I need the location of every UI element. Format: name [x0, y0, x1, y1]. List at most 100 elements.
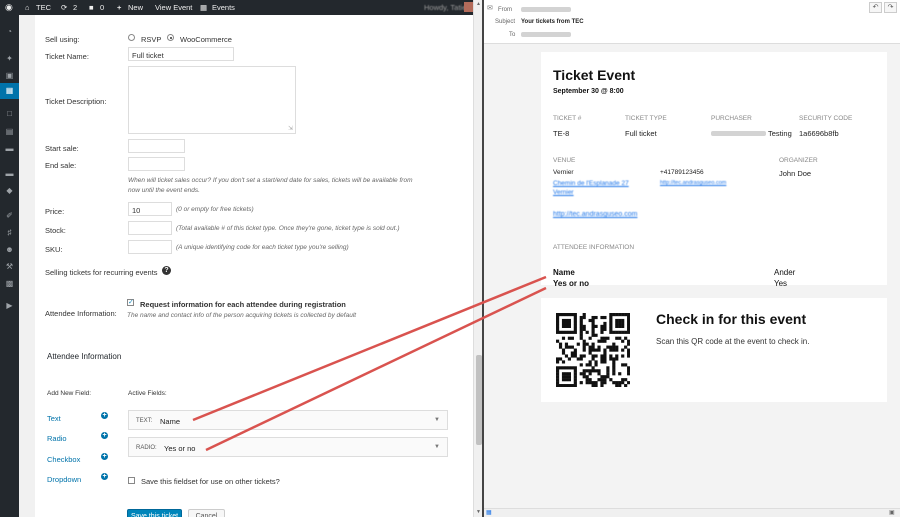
woocommerce-icon[interactable]: ▬: [5, 170, 14, 178]
qr-module: [556, 321, 560, 326]
qr-module: [612, 357, 616, 361]
media-icon[interactable]: ▣: [5, 72, 14, 80]
updates-icon[interactable]: ⟳: [61, 3, 67, 12]
new-link[interactable]: New: [128, 3, 143, 12]
qr-module: [627, 315, 630, 320]
qr-module: [567, 336, 571, 340]
admin-side-menu: ◔ ✦ ▣ ▦ □ ▤ ▬ ▬ ◆ ✐ ♯ ☻ ⚒ ▩ ▶: [0, 15, 19, 517]
sku-input[interactable]: [128, 240, 172, 254]
plugins-icon[interactable]: ♯: [5, 229, 14, 237]
rsvp-radio[interactable]: [128, 34, 135, 41]
venue-address-line-1[interactable]: Chemin de l'Esplanade 27: [553, 180, 629, 187]
resize-icon[interactable]: ▣: [889, 509, 895, 516]
attendee-information-heading: ATTENDEE INFORMATION: [553, 244, 635, 251]
cancel-button[interactable]: Cancel: [188, 509, 225, 517]
add-checkbox-plus-icon[interactable]: +: [101, 453, 108, 460]
ticket-description-textarea[interactable]: ⇲: [128, 66, 296, 134]
plus-icon[interactable]: +: [117, 3, 121, 12]
add-dropdown-plus-icon[interactable]: +: [101, 473, 108, 480]
products-icon[interactable]: ◆: [5, 187, 14, 195]
view-event-link[interactable]: View Event: [155, 3, 192, 12]
add-checkbox-field-link[interactable]: Checkbox: [47, 455, 80, 464]
qr-module: [600, 336, 604, 340]
reply-icon[interactable]: ↶: [869, 2, 882, 13]
add-radio-plus-icon[interactable]: +: [101, 432, 108, 439]
venue-website-link[interactable]: http://tec.andrasguseo.com: [553, 211, 637, 218]
chevron-down-icon[interactable]: ▼: [434, 444, 440, 450]
tools-icon[interactable]: ⚒: [5, 263, 14, 271]
comments-count[interactable]: 0: [100, 3, 104, 12]
qr-module: [567, 330, 571, 334]
qr-module: [597, 369, 601, 373]
wordpress-logo-icon[interactable]: ◉: [5, 2, 13, 13]
venue-website-link-small[interactable]: http://tec.andrasguseo.com: [660, 180, 726, 186]
ticket-name-input[interactable]: Full ticket: [128, 47, 234, 61]
help-icon[interactable]: ?: [162, 266, 171, 275]
add-text-plus-icon[interactable]: +: [101, 412, 108, 419]
add-radio-field-link[interactable]: Radio: [47, 434, 67, 443]
price-input[interactable]: 10: [128, 202, 172, 216]
qr-module: [618, 381, 622, 385]
qr-module: [561, 366, 566, 370]
forward-icon[interactable]: ↷: [884, 2, 897, 13]
appearance-icon[interactable]: ✐: [5, 212, 14, 220]
qr-module: [603, 357, 607, 361]
settings-icon[interactable]: ▩: [5, 280, 14, 288]
pin-icon[interactable]: ✦: [5, 55, 14, 63]
active-field-value: Name: [160, 417, 181, 426]
qr-module: [582, 369, 586, 373]
events-menu-icon[interactable]: ▦: [5, 87, 14, 95]
stock-input[interactable]: [128, 221, 172, 235]
pages-icon[interactable]: □: [5, 110, 14, 118]
to-label: To: [509, 32, 516, 38]
ticket-editor-panel: Sell using: RSVP WooCommerce Ticket Name…: [35, 15, 475, 517]
add-dropdown-field-link[interactable]: Dropdown: [47, 475, 81, 484]
qr-module: [567, 375, 571, 379]
dashboard-icon[interactable]: ◔: [5, 28, 14, 36]
subject-value: Your tickets from TEC: [521, 19, 584, 25]
updates-count[interactable]: 2: [73, 3, 77, 12]
woocommerce-radio[interactable]: [167, 34, 174, 41]
qr-module: [567, 384, 571, 387]
qr-module: [603, 375, 607, 379]
home-icon[interactable]: ⌂: [25, 3, 30, 12]
scroll-down-icon[interactable]: ▼: [476, 509, 481, 515]
events-link[interactable]: Events: [212, 3, 235, 12]
venue-address-line-2[interactable]: Vernier: [553, 189, 574, 196]
qr-module: [627, 318, 630, 323]
active-field-yes-or-no[interactable]: RADIO: Yes or no ▼: [128, 437, 448, 457]
site-name[interactable]: TEC: [36, 3, 51, 12]
save-ticket-button[interactable]: Save this ticket: [127, 509, 182, 517]
users-icon[interactable]: ☻: [5, 246, 14, 254]
save-fieldset-checkbox[interactable]: [128, 477, 135, 484]
request-info-checkbox[interactable]: ✓: [127, 299, 134, 306]
start-sale-input[interactable]: [128, 139, 185, 153]
pages-icon-2[interactable]: ▤: [5, 128, 14, 136]
chevron-down-icon[interactable]: ▼: [434, 417, 440, 423]
qr-module: [618, 318, 622, 323]
request-info-hint: The name and contact info of the person …: [127, 312, 357, 319]
qr-module: [597, 378, 601, 382]
end-sale-input[interactable]: [128, 157, 185, 171]
comments-icon[interactable]: ■: [89, 3, 94, 12]
collapse-menu-icon[interactable]: ▶: [5, 302, 14, 310]
qr-module: [561, 378, 566, 382]
organizer-label: ORGANIZER: [779, 157, 818, 164]
attendee-information-label: Attendee Information:: [45, 309, 117, 318]
attendee-section-title: Attendee Information: [47, 352, 122, 361]
qr-module: [588, 318, 592, 323]
qr-module: [561, 330, 566, 334]
comments-menu-icon[interactable]: ▬: [5, 145, 14, 153]
qr-module: [600, 378, 604, 382]
editor-scrollbar[interactable]: ▲ ▼: [473, 0, 482, 517]
active-field-name[interactable]: TEXT: Name ▼: [128, 410, 448, 430]
scroll-up-icon[interactable]: ▲: [476, 1, 481, 7]
add-text-field-link[interactable]: Text: [47, 414, 61, 423]
calendar-icon[interactable]: ▦: [200, 3, 207, 12]
qr-module: [561, 375, 566, 379]
qr-module: [585, 369, 589, 373]
qr-module: [594, 384, 598, 387]
qr-module: [558, 366, 563, 370]
qr-module: [588, 381, 592, 385]
qr-module: [558, 330, 563, 334]
